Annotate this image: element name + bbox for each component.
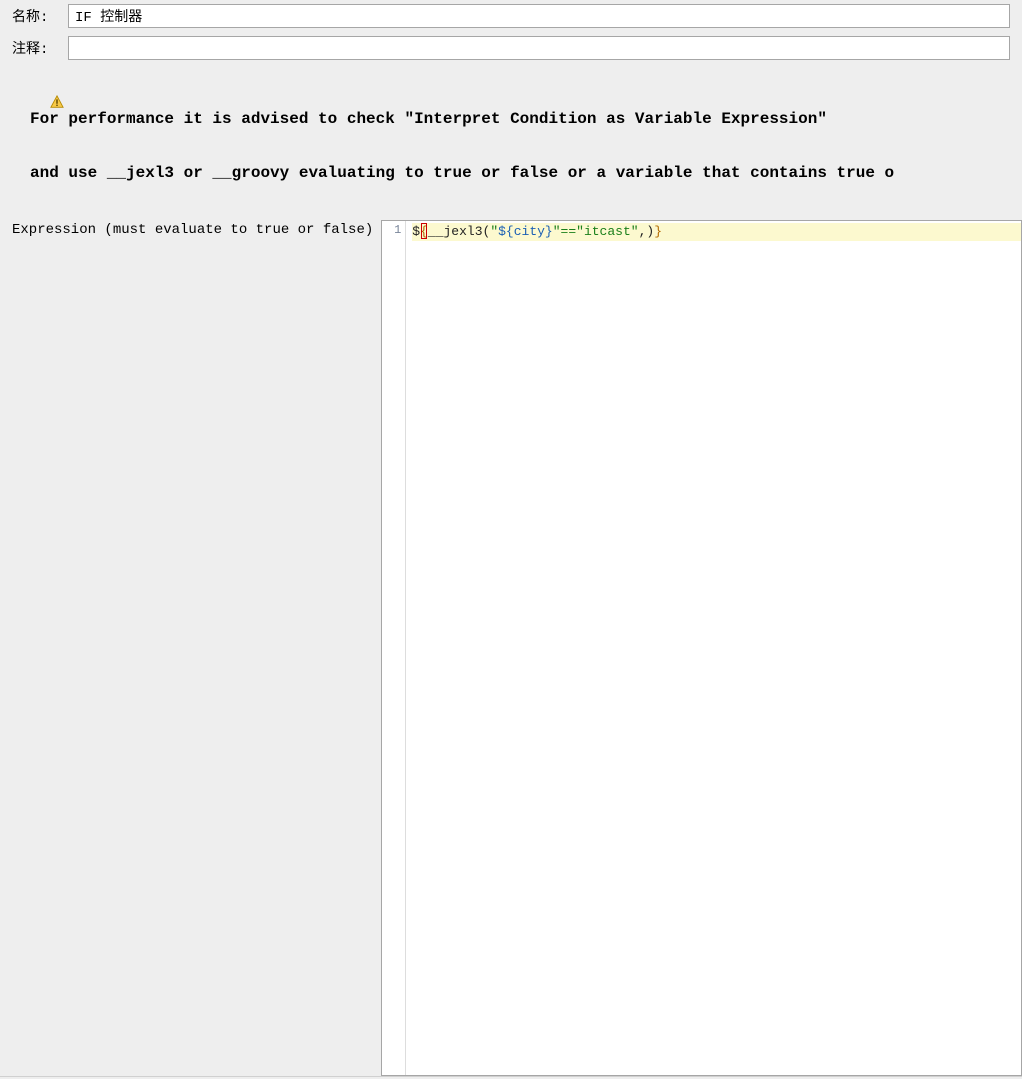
advice-line-2: and use __jexl3 or __groovy evaluating t… — [30, 164, 894, 182]
tok-prefix: $ — [412, 224, 420, 239]
comment-input[interactable] — [68, 36, 1010, 60]
tok-str-val: itcast — [584, 224, 631, 239]
tok-close-brace: } — [654, 224, 662, 239]
editor-code-area[interactable]: ${__jexl3("${city}"=="itcast",)} — [406, 221, 1021, 1075]
warning-icon — [12, 77, 26, 91]
tok-var: ${city} — [498, 224, 553, 239]
tok-str-close: " — [631, 224, 639, 239]
line-number: 1 — [382, 223, 401, 237]
expression-editor[interactable]: 1 ${__jexl3("${city}"=="itcast",)} — [381, 220, 1022, 1076]
advice-line-1: For performance it is advised to check "… — [30, 110, 894, 128]
performance-advice: For performance it is advised to check "… — [30, 74, 894, 218]
name-input[interactable] — [68, 4, 1010, 28]
tok-open-brace: { — [420, 224, 428, 239]
editor-gutter: 1 — [382, 221, 406, 1075]
comment-label: 注释: — [12, 38, 60, 58]
tok-str-open: " — [490, 224, 498, 239]
code-line-1[interactable]: ${__jexl3("${city}"=="itcast",)} — [412, 223, 1021, 241]
name-label: 名称: — [12, 6, 60, 26]
tok-func: __jexl3 — [428, 224, 483, 239]
expression-label: Expression (must evaluate to true or fal… — [12, 220, 381, 1076]
tok-str-mid: "==" — [553, 224, 584, 239]
